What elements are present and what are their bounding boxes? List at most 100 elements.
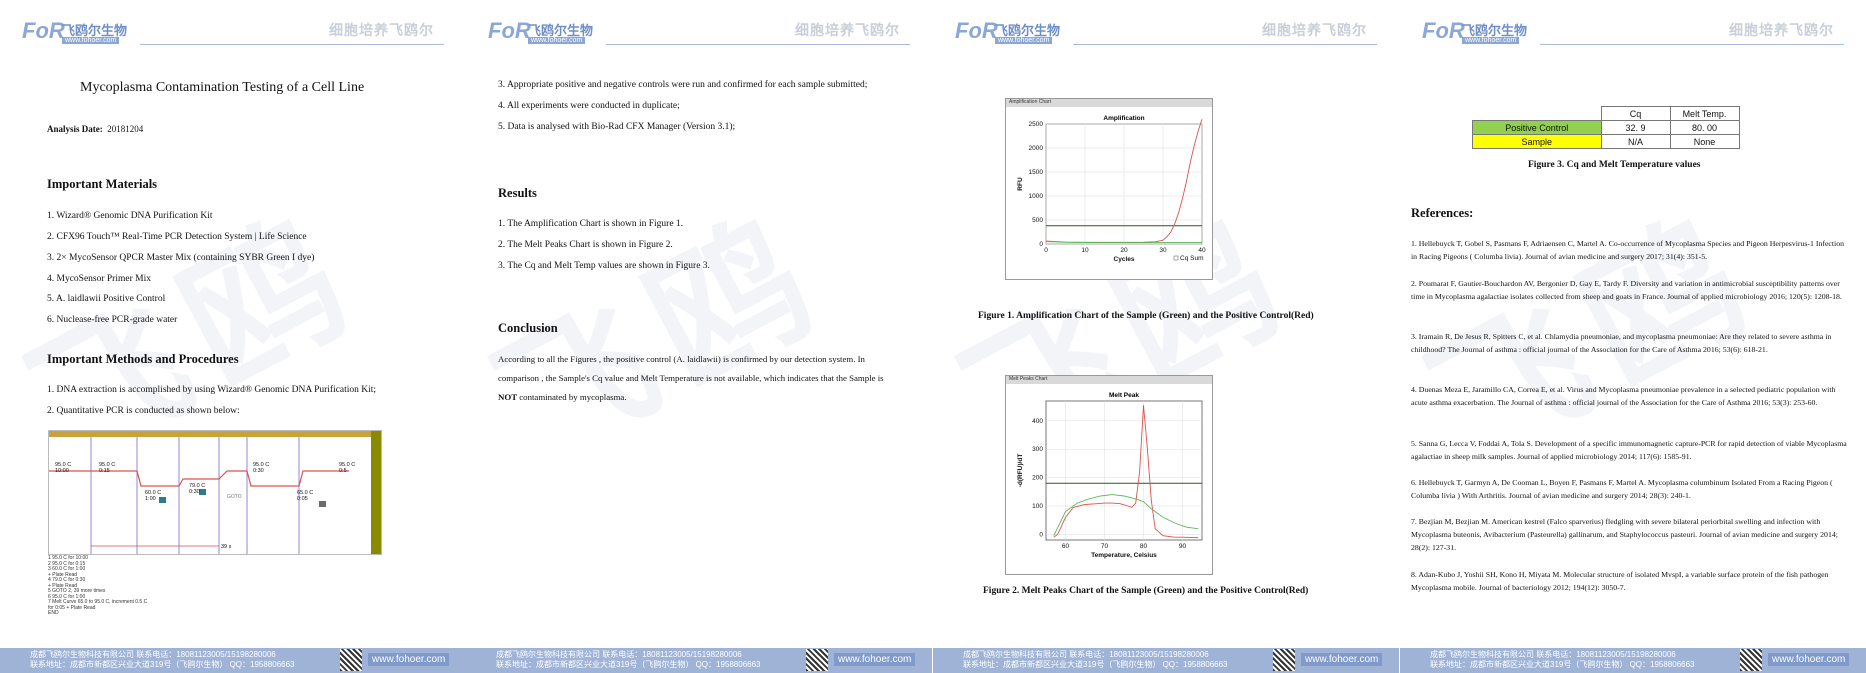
document-page-2: 飞鸥 FoR 飞鸥尔生物 www.fohoer.com 细胞培养飞鸥尔 3. A…	[466, 0, 932, 673]
y-tick-label: 400	[1032, 418, 1043, 425]
protocol-label: 0:30	[253, 468, 264, 474]
footer-contact: 成都飞鸥尔生物科技有限公司 联系电话：18081123005/151982800…	[30, 650, 295, 670]
qr-code	[1740, 649, 1762, 671]
x-axis-label: Cycles	[1114, 256, 1135, 263]
protocol-label: 0:05	[297, 496, 308, 502]
table-cell-cq: 32. 9	[1600, 120, 1671, 135]
methods-item: 1. DNA extraction is accomplished by usi…	[47, 385, 377, 395]
footer-contact: 成都飞鸥尔生物科技有限公司 联系电话：18081123005/151982800…	[496, 650, 761, 670]
header-slogan: 细胞培养飞鸥尔	[795, 22, 900, 38]
methods-item: 4. All experiments were conducted in dup…	[498, 101, 680, 111]
footer-contact: 成都飞鸥尔生物科技有限公司 联系电话：18081123005/151982800…	[1430, 650, 1695, 670]
x-tick-label: 0	[1044, 247, 1048, 254]
methods-item: 2. Quantitative PCR is conducted as show…	[47, 406, 240, 416]
conclusion-paragraph: According to all the Figures , the posit…	[498, 350, 896, 407]
reference-item: 1. Hellebuyck T, Gobel S, Pasmans F, Adr…	[1411, 239, 1845, 261]
protocol-step: END	[48, 610, 59, 616]
chart-window-title: Amplification Chart	[1009, 99, 1051, 105]
x-tick-label: 20	[1120, 247, 1128, 254]
materials-item: 6. Nuclease-free PCR-grade water	[47, 315, 178, 325]
materials-item: 4. MycoSensor Primer Mix	[47, 274, 151, 284]
protocol-goto-label: GOTO	[227, 494, 242, 500]
chart-window-bar: Melt Peaks Chart	[1006, 376, 1212, 384]
chart-title: Melt Peak	[1109, 392, 1139, 399]
analysis-date: Analysis Date: 20181204	[47, 123, 143, 135]
y-axis-label: RFU	[1017, 177, 1024, 191]
header-slogan: 细胞培养飞鸥尔	[329, 22, 434, 38]
table-row: Sample N/A None	[1472, 134, 1740, 149]
qr-code	[340, 649, 362, 671]
company-url: www.fohoer.com	[1462, 37, 1520, 44]
document-page-3: 飞鸥 FoR 飞鸥尔生物 www.fohoer.com 细胞培养飞鸥尔 Ampl…	[933, 0, 1399, 673]
y-tick-label: 0	[1039, 531, 1043, 538]
conclusion-emphasis: NOT	[498, 392, 518, 402]
page-title: Mycoplasma Contamination Testing of a Ce…	[80, 80, 365, 95]
reference-item: 2. Poumarat F, Gautier-Bouchardon AV, Be…	[1411, 279, 1842, 301]
footer-url[interactable]: www.fohoer.com	[368, 653, 450, 666]
header-rule	[1540, 44, 1844, 45]
x-tick-label: 10	[1081, 247, 1089, 254]
header-rule	[140, 44, 444, 45]
page-header: FoR 飞鸥尔生物 www.fohoer.com 细胞培养飞鸥尔	[22, 18, 444, 48]
company-logo: FoR	[488, 18, 531, 43]
results-item: 3. The Cq and Melt Temp values are shown…	[498, 261, 710, 271]
protocol-label: 1:00	[145, 496, 156, 502]
qr-code	[806, 649, 828, 671]
table-cell-melt: 80. 00	[1669, 120, 1740, 135]
y-tick-label: 1000	[1029, 193, 1044, 200]
company-url: www.fohoer.com	[62, 37, 120, 44]
page-footer: 成都飞鸥尔生物科技有限公司 联系电话：18081123005/151982800…	[0, 648, 466, 673]
melt-peak-chart-window: Melt Peaks Chart Melt Peak 60 70 80 90 0 100 20…	[1005, 375, 1213, 575]
results-item: 2. The Melt Peaks Chart is shown in Figu…	[498, 240, 673, 250]
table-row: Positive Control 32. 9 80. 00	[1472, 120, 1740, 135]
footer-line-1: 成都飞鸥尔生物科技有限公司 联系电话：18081123005/151982800…	[1430, 650, 1676, 659]
y-tick-label: 2000	[1029, 145, 1044, 152]
x-tick-label: 70	[1101, 543, 1109, 550]
table-header-cell	[1472, 106, 1602, 121]
x-tick-label: 80	[1140, 543, 1148, 550]
footer-line-2: 联系地址：成都市新都区兴业大道319号（飞鸥尔生物） QQ：1958806663	[30, 660, 295, 669]
header-slogan: 细胞培养飞鸥尔	[1729, 22, 1834, 38]
protocol-side-bar	[371, 431, 381, 554]
protocol-cycles-label: 39 x	[221, 544, 232, 550]
x-tick-label: 30	[1159, 247, 1167, 254]
figure-1-caption: Figure 1. Amplification Chart of the Sam…	[978, 311, 1314, 321]
conclusion-text: According to all the Figures , the posit…	[498, 354, 884, 383]
company-logo: FoR	[22, 18, 65, 43]
figure-3-caption: Figure 3. Cq and Melt Temperature values	[1528, 160, 1701, 170]
materials-heading: Important Materials	[47, 177, 158, 191]
protocol-steps-list: 1 95.0 C for 10:00 2 95.0 C for 0:15 3 6…	[48, 555, 380, 628]
y-tick-label: 500	[1032, 217, 1043, 224]
figure-2-caption: Figure 2. Melt Peaks Chart of the Sample…	[983, 586, 1309, 596]
y-tick-label: 1500	[1029, 169, 1044, 176]
document-page-1: 飞鸥 FoR 飞鸥尔生物 www.fohoer.com 细胞培养飞鸥尔 Myco…	[0, 0, 466, 673]
amplification-chart: Amplification 0 10 20 30 40 0 500 1000 1500 2000 25…	[1017, 115, 1206, 263]
y-axis-label: -d(RFU)/dT	[1017, 454, 1024, 488]
results-heading: Results	[498, 186, 537, 200]
company-logo: FoR	[955, 18, 998, 43]
footer-line-1: 成都飞鸥尔生物科技有限公司 联系电话：18081123005/151982800…	[30, 650, 276, 659]
footer-url[interactable]: www.fohoer.com	[834, 653, 916, 666]
page-header: FoR 飞鸥尔生物 www.fohoer.com 细胞培养飞鸥尔	[488, 18, 910, 48]
table-cell-melt: None	[1669, 134, 1740, 149]
footer-url[interactable]: www.fohoer.com	[1768, 653, 1850, 666]
header-rule	[1073, 44, 1377, 45]
methods-item: 3. Appropriate positive and negative con…	[498, 80, 868, 90]
x-tick-label: 40	[1198, 247, 1206, 254]
page-footer: 成都飞鸥尔生物科技有限公司 联系电话：18081123005/151982800…	[1400, 648, 1866, 673]
qr-code	[1273, 649, 1295, 671]
company-logo: FoR	[1422, 18, 1465, 43]
legend-swatch	[1173, 255, 1179, 261]
footer-line-2: 联系地址：成都市新都区兴业大道319号（飞鸥尔生物） QQ：1958806663	[496, 660, 761, 669]
reference-item: 8. Adan-Kubo J, Yoshii SH, Kono H, Miyat…	[1411, 570, 1829, 592]
melt-peak-chart: Melt Peak 60 70 80 90 0 100 200 300 400 Temperatur…	[1017, 392, 1203, 559]
chart-window-bar: Amplification Chart	[1006, 99, 1212, 107]
x-tick-label: 60	[1062, 543, 1070, 550]
table-row-label: Positive Control	[1472, 120, 1602, 135]
methods-heading: Important Methods and Procedures	[47, 352, 239, 366]
results-item: 1. The Amplification Chart is shown in F…	[498, 219, 684, 229]
company-url: www.fohoer.com	[528, 37, 586, 44]
footer-url[interactable]: www.fohoer.com	[1301, 653, 1383, 666]
protocol-graph	[49, 437, 349, 554]
protocol-label: 0:30	[189, 489, 200, 495]
